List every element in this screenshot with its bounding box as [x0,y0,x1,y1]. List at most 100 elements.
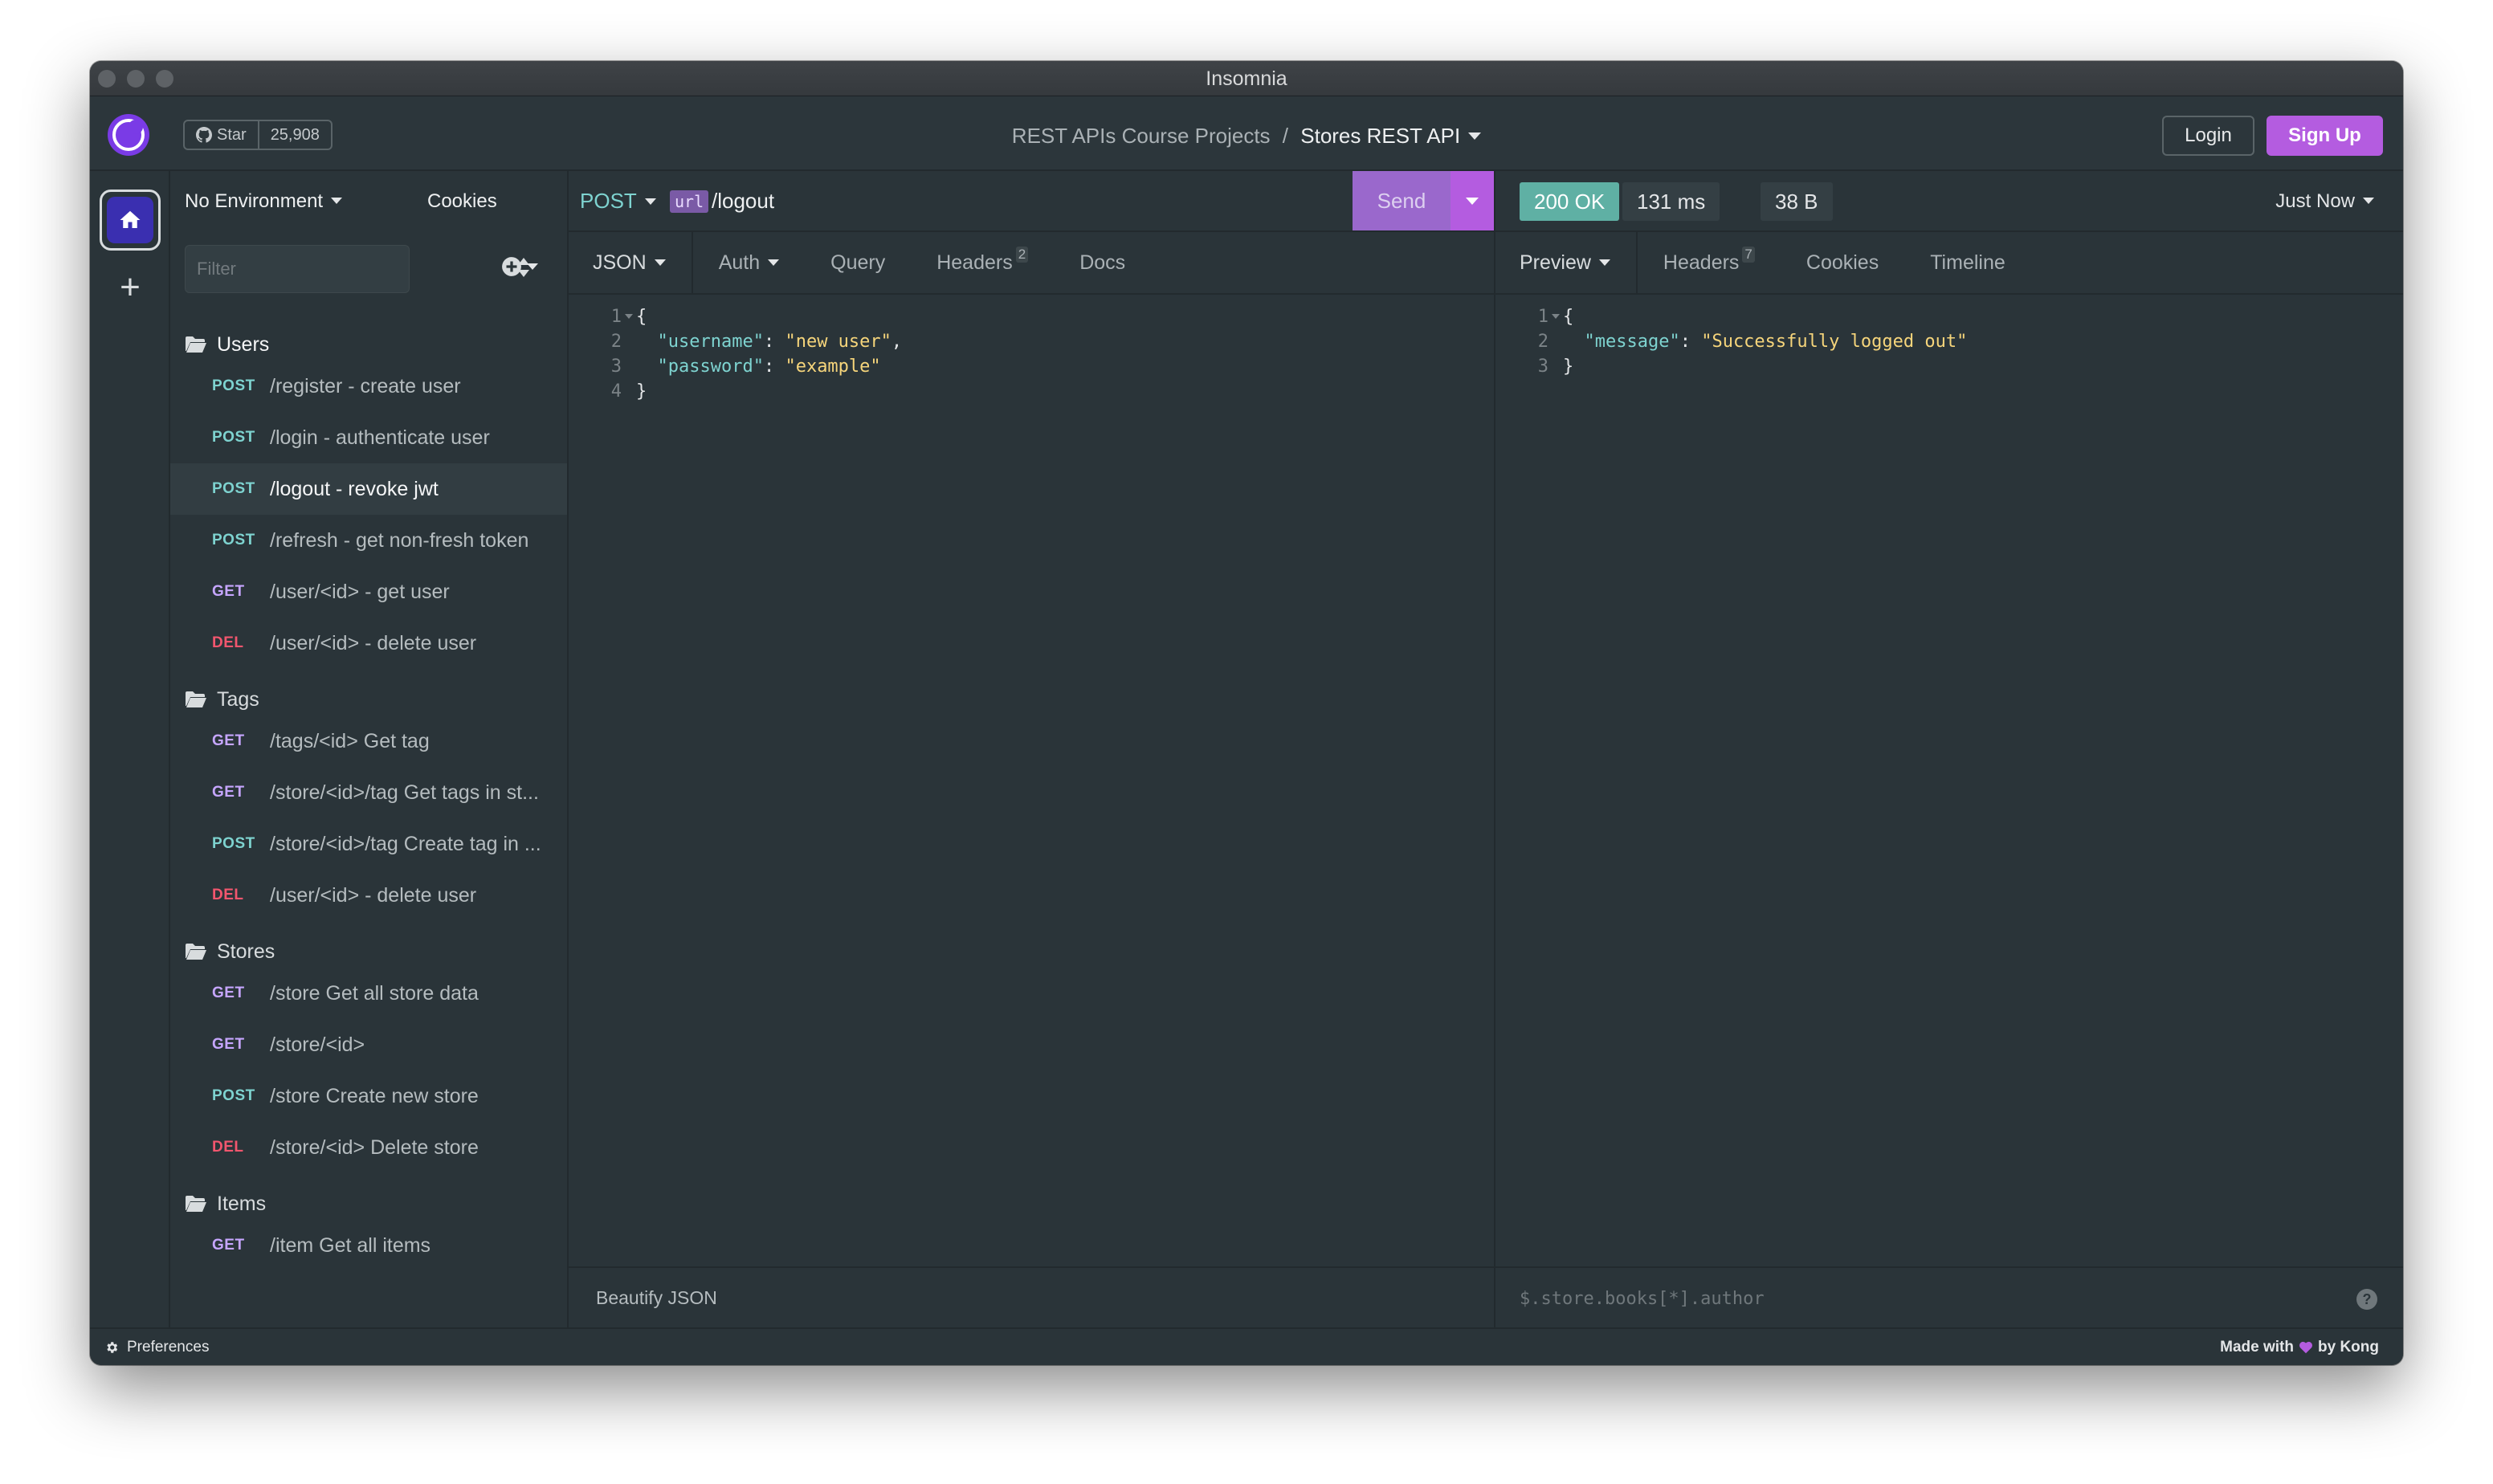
folder-items[interactable]: Items [185,1188,266,1220]
request-name: /tags/<id> Get tag [270,729,430,752]
folder-label: Stores [217,940,275,963]
tab-cookies[interactable]: Cookies [1781,232,1904,293]
method-selector[interactable]: POST [580,189,656,214]
fold-caret-icon[interactable] [1552,314,1560,319]
tab-headers[interactable]: Headers 2 [911,232,1054,293]
code-line: } [636,379,647,404]
home-button[interactable] [100,190,161,251]
code-token: "Successfully logged out" [1701,332,1968,352]
signup-button[interactable]: Sign Up [2267,116,2383,156]
tab-auth[interactable]: Auth [693,232,805,293]
send-button[interactable]: Send [1353,171,1451,230]
request-item[interactable]: POST/logout - revoke jwt [170,463,567,515]
url-bar: POST url /logout Send [569,171,1495,232]
request-item[interactable]: GET/user/<id> - get user [170,566,567,618]
code-token: "message" [1563,332,1680,352]
response-filter-bar: ? [1495,1266,2403,1327]
code-token: { [636,307,647,327]
window-title: Insomnia [1206,67,1287,90]
request-item[interactable]: DEL/user/<id> - delete user [170,618,567,669]
request-item[interactable]: GET/item Get all items [170,1220,567,1271]
fold-caret-icon[interactable] [625,314,633,319]
method-badge: GET [212,732,245,749]
tab-label: Query [830,251,886,274]
folder-label: Items [217,1192,267,1215]
request-item[interactable]: POST/store/<id>/tag Create tag in ... [170,818,567,870]
breadcrumb: REST APIs Course Projects / Stores REST … [90,124,2403,149]
login-button[interactable]: Login [2162,116,2254,156]
environment-selector[interactable]: No Environment [185,190,343,213]
chevron-down-icon[interactable] [1468,132,1482,140]
add-icon[interactable]: + [90,267,170,308]
request-item[interactable]: POST/login - authenticate user [170,412,567,463]
tab-timeline[interactable]: Timeline [1904,232,2031,293]
tab-preview[interactable]: Preview [1495,232,1638,293]
request-name: /refresh - get non-fresh token [270,528,529,552]
request-item[interactable]: GET/store Get all store data [170,968,567,1019]
chevron-down-icon [644,198,656,205]
request-item[interactable]: GET/tags/<id> Get tag [170,716,567,767]
request-name: /logout - revoke jwt [270,477,439,500]
method-badge: POST [212,835,255,852]
url-variable-tag[interactable]: url [670,190,709,213]
request-tabs: JSON Auth Query Headers 2 Docs [569,232,1495,295]
chevron-down-icon [654,259,666,266]
response-meta-bar: 200 OK 131 ms 38 B Just Now [1495,171,2403,232]
request-name: /store/<id>/tag Create tag in ... [270,832,541,855]
request-item[interactable]: DEL/store/<id> Delete store [170,1122,567,1173]
folder-label: Users [217,332,270,356]
response-tabs: Preview Headers 7 Cookies Timeline [1495,232,2403,295]
tab-label: Preview [1520,251,1591,274]
send-options-button[interactable] [1451,171,1494,230]
request-item[interactable]: POST/store Create new store [170,1070,567,1122]
tab-json[interactable]: JSON [569,232,693,293]
chevron-down-icon [1466,197,1479,205]
code-token: "password" [636,357,764,377]
request-item[interactable]: POST/register - create user [170,361,567,412]
heart-icon [2299,1341,2312,1354]
code-token: } [1563,357,1574,377]
method-badge: DEL [212,1139,244,1156]
status-badge: 200 OK [1520,182,1620,221]
code-token: "username" [636,332,764,352]
code-token: : [763,357,785,377]
tab-label: Timeline [1930,251,2005,274]
response-history-selector[interactable]: Just Now [2275,190,2374,213]
folder-stores[interactable]: Stores [185,936,275,968]
chevron-down-icon [331,198,343,204]
folder-users[interactable]: Users [185,328,269,361]
request-footer: Beautify JSON [569,1266,1494,1327]
beautify-json-button[interactable]: Beautify JSON [596,1287,717,1309]
made-with-kong[interactable]: Made with by Kong [2220,1339,2379,1356]
status-bar: Preferences Made with by Kong [90,1327,2403,1365]
request-name: /store/<id> [270,1033,365,1056]
request-name: /item Get all items [270,1233,431,1257]
request-name: /store/<id>/tag Get tags in st... [270,781,539,804]
request-item[interactable]: POST/refresh - get non-fresh token [170,515,567,566]
folder-tags[interactable]: Tags [185,683,259,716]
help-icon[interactable]: ? [2356,1289,2377,1310]
cookies-button[interactable]: Cookies [427,190,497,213]
breadcrumb-project[interactable]: REST APIs Course Projects [1012,124,1271,148]
code-line: "password": "example" [636,354,880,379]
line-number: 2 [610,332,622,352]
tab-label: Auth [718,251,761,274]
chevron-down-icon [2363,198,2374,204]
breadcrumb-current[interactable]: Stores REST API [1300,124,1460,148]
method-badge: DEL [212,887,244,903]
preferences-button[interactable]: Preferences [104,1339,209,1356]
create-new-button[interactable] [501,256,538,277]
response-filter-input[interactable] [1520,1282,2323,1315]
method-badge: POST [212,429,255,446]
request-item[interactable]: DEL/user/<id> - delete user [170,870,567,921]
tab-docs[interactable]: Docs [1054,232,1151,293]
breadcrumb-separator: / [1282,124,1289,148]
request-item[interactable]: GET/store/<id>/tag Get tags in st... [170,767,567,818]
request-item[interactable]: GET/store/<id> [170,1019,567,1070]
tab-label: Cookies [1805,251,1879,274]
url-input[interactable]: /logout [712,189,774,214]
filter-input[interactable] [185,245,410,293]
gear-icon [107,1342,118,1353]
tab-query[interactable]: Query [805,232,911,293]
tab-headers[interactable]: Headers 7 [1638,232,1781,293]
